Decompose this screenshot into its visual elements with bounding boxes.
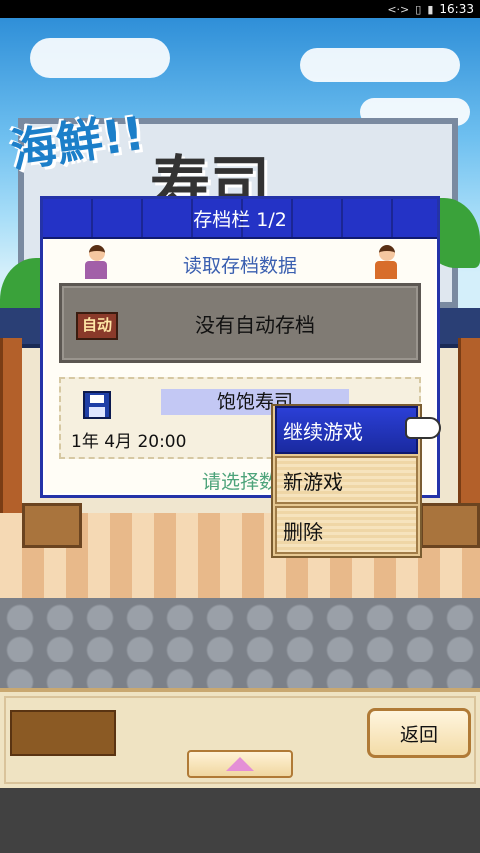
dialog-title: 存档栏 1/2 [43,199,437,239]
navigation-bar [0,788,480,853]
context-menu: 继续游戏 新游戏 删除 [271,404,422,558]
triangle-up-icon [226,757,254,771]
save-slot-date: 1年 4月 20:00 [71,432,187,452]
menu-item-new-game[interactable]: 新游戏 [275,456,418,504]
menu-item-delete[interactable]: 删除 [275,506,418,554]
back-button[interactable]: 返回 [367,708,471,758]
menu-item-continue[interactable]: 继续游戏 [275,406,418,454]
cloud [30,38,170,78]
battery-icon: ▮ [427,2,434,16]
floppy-disk-icon [83,391,111,419]
fence [420,503,480,548]
money-display-box [10,710,116,756]
vibrate-icon: ▯ [415,2,422,16]
character-sprite-right [373,245,399,279]
fence [22,503,82,548]
cloud [300,48,460,82]
stone-pavement [0,598,480,688]
bottom-panel: 返回 [0,688,480,788]
auto-save-slot[interactable]: 自动 没有自动存档 [59,283,421,363]
status-bar: <·> ▯ ▮ 16:33 [0,0,480,18]
auto-save-text: 没有自动存档 [195,312,315,337]
status-time: 16:33 [439,2,474,16]
code-icon: <·> [387,2,410,16]
expand-up-button[interactable] [187,750,293,778]
pointing-hand-icon [405,417,441,439]
